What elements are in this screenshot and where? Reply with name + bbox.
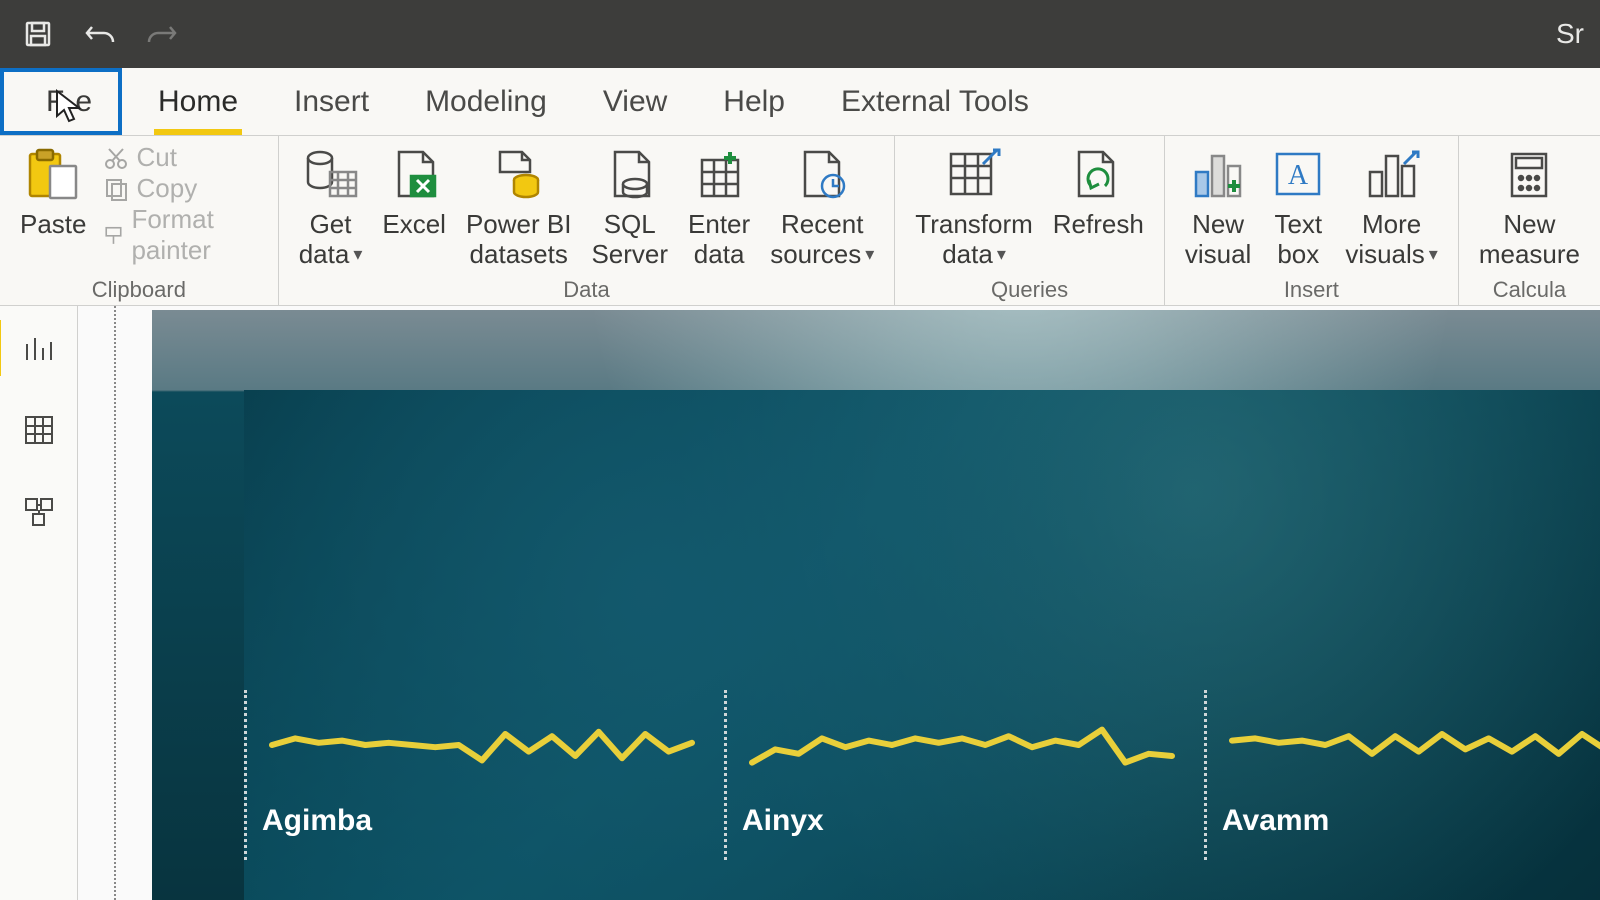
get-data-button[interactable]: Get data▾ bbox=[289, 142, 373, 270]
sparkline-axis bbox=[724, 690, 727, 860]
model-view-icon bbox=[23, 496, 55, 528]
get-data-icon bbox=[302, 142, 360, 206]
undo-button[interactable] bbox=[78, 12, 122, 56]
chevron-down-icon: ▾ bbox=[865, 244, 874, 265]
cursor-icon bbox=[54, 88, 84, 132]
undo-icon bbox=[84, 19, 116, 49]
new-measure-button[interactable]: New measure bbox=[1469, 142, 1590, 270]
ribbon: Paste Cut Copy Format painter Clipboard bbox=[0, 136, 1600, 306]
chevron-down-icon: ▾ bbox=[353, 244, 362, 265]
sparkline-svg bbox=[1222, 690, 1600, 800]
transform-data-button[interactable]: Transform data▾ bbox=[905, 142, 1043, 270]
tab-home[interactable]: Home bbox=[130, 68, 266, 135]
sparkline-title: Ainyx bbox=[742, 804, 1204, 838]
refresh-icon bbox=[1071, 142, 1125, 206]
enter-data-icon bbox=[694, 142, 744, 206]
sparkline-axis bbox=[1204, 690, 1207, 860]
new-visual-button[interactable]: New visual bbox=[1175, 142, 1261, 270]
sql-server-icon bbox=[605, 142, 655, 206]
sparkline-row: Agimba Ainyx Avamm bbox=[244, 690, 1600, 900]
redo-icon bbox=[146, 19, 178, 49]
data-view-icon bbox=[23, 414, 55, 446]
sparkline-title: Agimba bbox=[262, 804, 724, 838]
tab-view[interactable]: View bbox=[575, 68, 695, 135]
copy-icon bbox=[103, 176, 129, 202]
paste-icon bbox=[24, 142, 82, 206]
redo-button[interactable] bbox=[140, 12, 184, 56]
enter-data-button[interactable]: Enter data bbox=[678, 142, 760, 270]
group-calculations: New measure Calcula bbox=[1459, 136, 1600, 305]
canvas-visual[interactable]: Agimba Ainyx Avamm bbox=[244, 390, 1600, 900]
sparkline-chart[interactable]: Avamm bbox=[1204, 690, 1600, 900]
tab-modeling[interactable]: Modeling bbox=[397, 68, 575, 135]
more-visuals-icon bbox=[1364, 142, 1420, 206]
chevron-down-icon: ▾ bbox=[997, 244, 1006, 265]
recent-sources-icon bbox=[795, 142, 849, 206]
tab-help[interactable]: Help bbox=[695, 68, 813, 135]
svg-text:A: A bbox=[1288, 160, 1309, 191]
data-view-button[interactable] bbox=[19, 410, 59, 450]
tab-external-tools[interactable]: External Tools bbox=[813, 68, 1057, 135]
excel-icon bbox=[389, 142, 439, 206]
report-view-icon bbox=[23, 332, 55, 364]
ribbon-tabbar: F e Home Insert Modeling View Help Exter… bbox=[0, 68, 1600, 136]
sparkline-svg bbox=[742, 690, 1222, 800]
more-visuals-button[interactable]: More visuals▾ bbox=[1335, 142, 1448, 270]
sparkline-title: Avamm bbox=[1222, 804, 1600, 838]
sparkline-chart[interactable]: Ainyx bbox=[724, 690, 1204, 900]
text-box-button[interactable]: A Text box bbox=[1261, 142, 1335, 270]
report-view-button[interactable] bbox=[19, 328, 59, 368]
excel-button[interactable]: Excel bbox=[372, 142, 456, 270]
quick-access-toolbar: Sr bbox=[0, 0, 1600, 68]
group-clipboard: Paste Cut Copy Format painter Clipboard bbox=[0, 136, 279, 305]
model-view-button[interactable] bbox=[19, 492, 59, 532]
refresh-button[interactable]: Refresh bbox=[1043, 142, 1154, 270]
tab-file[interactable]: F e bbox=[0, 68, 122, 135]
new-measure-icon bbox=[1504, 142, 1554, 206]
chevron-down-icon: ▾ bbox=[1429, 244, 1438, 265]
text-box-icon: A bbox=[1271, 142, 1325, 206]
format-painter-icon bbox=[103, 222, 124, 248]
powerbi-datasets-icon bbox=[492, 142, 546, 206]
report-canvas[interactable]: Agimba Ainyx Avamm bbox=[114, 306, 1600, 900]
new-visual-icon bbox=[1190, 142, 1246, 206]
powerbi-datasets-button[interactable]: Power BI datasets bbox=[456, 142, 582, 270]
sparkline-svg bbox=[262, 690, 742, 800]
paste-button[interactable]: Paste bbox=[10, 142, 97, 240]
group-queries: Transform data▾ Refresh Queries bbox=[895, 136, 1165, 305]
view-rail bbox=[0, 306, 78, 900]
cut-button[interactable]: Cut bbox=[103, 142, 268, 173]
save-button[interactable] bbox=[16, 12, 60, 56]
cut-icon bbox=[103, 145, 129, 171]
group-insert: New visual A Text box More visuals▾ Inse… bbox=[1165, 136, 1459, 305]
titlebar-right-text: Sr bbox=[1556, 18, 1584, 50]
format-painter-button[interactable]: Format painter bbox=[103, 204, 268, 266]
transform-data-icon bbox=[945, 142, 1003, 206]
recent-sources-button[interactable]: Recent sources▾ bbox=[760, 142, 884, 270]
copy-button[interactable]: Copy bbox=[103, 173, 268, 204]
sql-server-button[interactable]: SQL Server bbox=[581, 142, 678, 270]
group-data: Get data▾ Excel Power BI datasets bbox=[279, 136, 896, 305]
workspace: Agimba Ainyx Avamm bbox=[0, 306, 1600, 900]
save-icon bbox=[23, 19, 53, 49]
tab-insert[interactable]: Insert bbox=[266, 68, 397, 135]
sparkline-axis bbox=[244, 690, 247, 860]
sparkline-chart[interactable]: Agimba bbox=[244, 690, 724, 900]
